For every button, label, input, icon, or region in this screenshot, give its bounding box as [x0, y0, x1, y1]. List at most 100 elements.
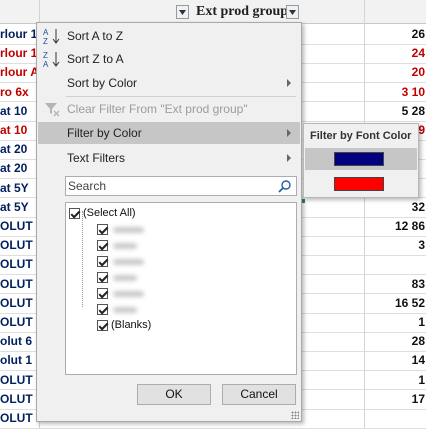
- table-cell[interactable]: 32: [364, 200, 426, 214]
- table-cell[interactable]: 14: [364, 353, 426, 367]
- menu-separator: [66, 96, 296, 97]
- redacted-text: [113, 243, 137, 249]
- table-cell[interactable]: at 20: [0, 161, 40, 175]
- table-cell[interactable]: 17: [364, 392, 426, 406]
- table-cell[interactable]: 1: [364, 373, 426, 387]
- table-cell[interactable]: rlour A: [0, 65, 40, 79]
- table-cell[interactable]: OLUT: [0, 257, 40, 271]
- submenu-arrow-icon: [287, 79, 291, 87]
- table-cell[interactable]: at 10: [0, 104, 40, 118]
- table-cell[interactable]: 83: [364, 277, 426, 291]
- list-item[interactable]: [97, 270, 277, 286]
- font-color-option-navy[interactable]: [305, 148, 417, 170]
- redacted-text: [113, 275, 137, 281]
- menu-item-label: Sort A to Z: [67, 29, 124, 43]
- search-box: [65, 176, 297, 196]
- filter-dropdown-menu: A Z Sort A to Z Z A Sort Z to A Sort by …: [36, 22, 302, 422]
- table-cell[interactable]: OLUT: [0, 277, 40, 291]
- redacted-text: [113, 259, 144, 265]
- menu-item-sort-z-to-a[interactable]: Z A Sort Z to A: [38, 48, 300, 70]
- list-item[interactable]: [97, 238, 277, 254]
- checkbox[interactable]: [97, 240, 108, 251]
- table-cell[interactable]: at 10: [0, 123, 40, 137]
- list-item[interactable]: [97, 286, 277, 302]
- menu-item-label: Filter by Color: [67, 126, 142, 140]
- checkbox[interactable]: [97, 224, 108, 235]
- column-header-ext-prod-group: Ext prod group: [196, 4, 289, 19]
- menu-item-label: Text Filters: [67, 151, 126, 165]
- table-cell[interactable]: OLUT: [0, 392, 40, 406]
- table-cell[interactable]: OLUT: [0, 238, 40, 252]
- resize-grip-icon[interactable]: [291, 411, 299, 419]
- table-cell[interactable]: at 5Y: [0, 181, 40, 195]
- table-cell[interactable]: OLUT: [0, 315, 40, 329]
- checkbox[interactable]: [97, 304, 108, 315]
- clear-filter-icon: [42, 100, 62, 118]
- table-cell[interactable]: ro 6x: [0, 85, 40, 99]
- table-cell[interactable]: at 20: [0, 142, 40, 156]
- search-icon: [277, 179, 292, 194]
- table-cell[interactable]: 20: [364, 65, 426, 79]
- menu-item-label: Sort by Color: [67, 76, 138, 90]
- table-cell[interactable]: OLUT: [0, 373, 40, 387]
- table-cell[interactable]: 3: [364, 238, 426, 252]
- svg-text:Z: Z: [43, 51, 48, 60]
- color-swatch: [334, 152, 384, 166]
- table-cell[interactable]: 3 10: [364, 85, 426, 99]
- checkbox[interactable]: [97, 320, 108, 331]
- select-all-item[interactable]: (Select All): [69, 206, 249, 222]
- color-swatch: [334, 177, 384, 191]
- table-cell[interactable]: at 5Y: [0, 200, 40, 214]
- menu-item-text-filters[interactable]: Text Filters: [38, 147, 300, 169]
- blanks-item[interactable]: (Blanks): [97, 318, 277, 334]
- redacted-text: [113, 291, 144, 297]
- table-cell[interactable]: OLUT: [0, 219, 40, 233]
- table-cell[interactable]: 24: [364, 46, 426, 60]
- checkbox[interactable]: [97, 272, 108, 283]
- table-cell[interactable]: rlour 1: [0, 46, 40, 60]
- chevron-down-icon: [179, 9, 186, 15]
- submenu-title: Filter by Font Color: [310, 130, 412, 142]
- table-cell[interactable]: OLUT: [0, 411, 40, 425]
- svg-text:A: A: [43, 28, 49, 37]
- font-color-option-red[interactable]: [305, 173, 417, 195]
- table-cell[interactable]: 1: [364, 315, 426, 329]
- list-item-label: (Select All): [83, 207, 136, 219]
- table-cell[interactable]: OLUT: [0, 296, 40, 310]
- redacted-text: [113, 227, 144, 233]
- menu-item-clear-filter: Clear Filter From "Ext prod group": [38, 98, 300, 120]
- ok-button[interactable]: OK: [137, 384, 211, 405]
- column-header-row: Ext prod group: [0, 0, 426, 24]
- tree-connector: [82, 211, 83, 307]
- list-item[interactable]: [97, 222, 277, 238]
- sort-a-to-z-icon: A Z: [42, 27, 62, 46]
- filter-dropdown-button-active[interactable]: [286, 5, 299, 19]
- cancel-button[interactable]: Cancel: [222, 384, 296, 405]
- table-cell[interactable]: 16 52: [364, 296, 426, 310]
- chevron-down-icon: [289, 9, 296, 15]
- table-cell[interactable]: 28: [364, 334, 426, 348]
- list-item-label: (Blanks): [111, 319, 152, 331]
- menu-item-label: Sort Z to A: [67, 52, 124, 66]
- sort-z-to-a-icon: Z A: [42, 50, 62, 69]
- menu-item-sort-a-to-z[interactable]: A Z Sort A to Z: [38, 25, 300, 47]
- redacted-text: [113, 307, 137, 313]
- table-cell[interactable]: 5 28: [364, 104, 426, 118]
- filter-values-list: (Select All) (Blanks): [65, 202, 297, 375]
- table-cell[interactable]: olut 6: [0, 334, 40, 348]
- checkbox[interactable]: [97, 288, 108, 299]
- menu-item-filter-by-color[interactable]: Filter by Color: [38, 122, 300, 144]
- list-item[interactable]: [97, 254, 277, 270]
- search-input[interactable]: [68, 178, 268, 194]
- list-item[interactable]: [97, 302, 277, 318]
- menu-item-sort-by-color[interactable]: Sort by Color: [38, 72, 300, 94]
- filter-dropdown-button[interactable]: [176, 5, 189, 19]
- checkbox[interactable]: [69, 208, 80, 219]
- svg-text:A: A: [43, 60, 49, 68]
- table-cell[interactable]: olut 1: [0, 353, 40, 367]
- table-cell[interactable]: rlour 1: [0, 27, 40, 41]
- checkbox[interactable]: [97, 256, 108, 267]
- table-cell[interactable]: 26: [364, 27, 426, 41]
- table-cell[interactable]: 12 86: [364, 219, 426, 233]
- submenu-arrow-icon: [287, 154, 291, 162]
